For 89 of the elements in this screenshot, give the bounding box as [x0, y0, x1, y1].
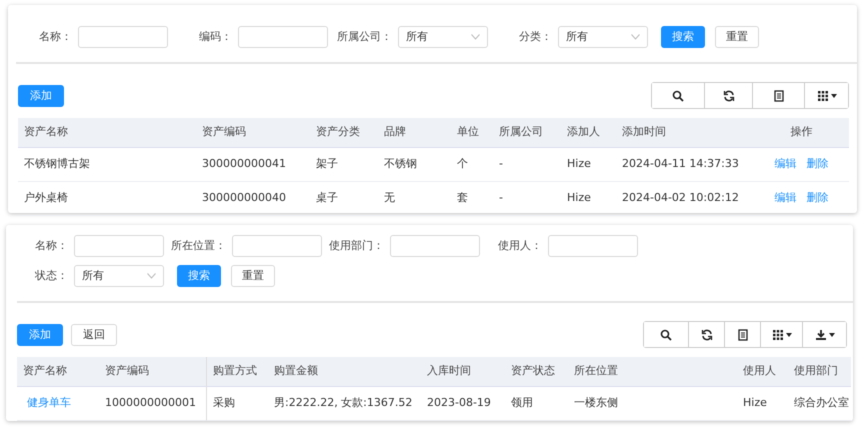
table-cell: 采购 — [206, 387, 268, 421]
table-cell: Hize — [737, 387, 788, 421]
table-cell: 综合办公室 — [788, 387, 851, 421]
refresh-icon — [722, 90, 734, 102]
asset-name-link[interactable]: 健身单车 — [27, 395, 71, 412]
refresh-icon — [700, 328, 712, 340]
download-icon — [814, 328, 826, 340]
table-cell: 套 — [451, 182, 493, 216]
select-field[interactable]: 所有 — [558, 26, 648, 48]
text-field[interactable] — [238, 26, 328, 48]
reset-button[interactable]: 重置 — [715, 26, 759, 48]
column-header: 资产名称 — [18, 118, 196, 148]
table-cell: Hize — [561, 148, 616, 182]
field-label: 使用部门： — [328, 238, 385, 254]
column-header: 单位 — [451, 118, 493, 148]
column-header: 所在位置 — [568, 357, 737, 387]
chevron-down-icon — [471, 34, 480, 40]
column-header: 资产状态 — [505, 357, 568, 387]
table-cell: 2024-04-11 14:37:33 — [616, 148, 754, 182]
column-header: 购置金额 — [268, 357, 421, 387]
column-header: 资产编码 — [196, 118, 310, 148]
column-header: 资产名称 — [17, 357, 99, 387]
chevron-down-icon — [631, 34, 640, 40]
table-cell: 户外桌椅 — [18, 182, 196, 216]
back-button[interactable]: 返回 — [71, 324, 117, 346]
table-cell: 2024-04-02 10:02:12 — [616, 182, 754, 216]
table-cell: 300000000041 — [196, 148, 310, 182]
column-header: 添加人 — [561, 118, 616, 148]
table-cell: 无 — [378, 182, 451, 216]
caret-icon — [830, 94, 836, 98]
column-header: 购置方式 — [206, 357, 268, 387]
field-label: 使用人： — [497, 238, 543, 254]
table-cell: 不锈钢 — [378, 148, 451, 182]
column-header: 资产分类 — [310, 118, 378, 148]
edit-link[interactable]: 编辑 — [774, 190, 796, 207]
column-header: 品牌 — [378, 118, 451, 148]
add-button[interactable]: 添加 — [17, 324, 63, 346]
text-field[interactable] — [78, 26, 168, 48]
columns-tool-button[interactable] — [804, 83, 848, 108]
chevron-down-icon — [147, 273, 156, 279]
download-tool-button[interactable] — [802, 322, 846, 347]
select-field[interactable]: 所有 — [398, 26, 488, 48]
search-icon — [672, 90, 684, 102]
table-cell: 男:2222.22, 女款:1367.52 — [268, 387, 421, 421]
table-cell: 不锈钢博古架 — [18, 148, 196, 182]
caret-icon — [828, 332, 834, 336]
column-header: 所属公司 — [493, 118, 561, 148]
field-label: 分类： — [518, 28, 553, 45]
column-header: 添加时间 — [616, 118, 754, 148]
column-header: 操作 — [754, 118, 849, 148]
column-header: 使用人 — [737, 357, 788, 387]
select-field[interactable]: 所有 — [74, 265, 164, 287]
caret-icon — [786, 332, 792, 336]
text-field[interactable] — [74, 235, 164, 257]
document-icon — [772, 90, 784, 102]
field-label: 所在位置： — [170, 238, 227, 254]
search-button[interactable]: 搜索 — [177, 265, 221, 287]
search-icon — [660, 328, 672, 340]
field-label: 所属公司： — [336, 28, 393, 45]
table-cell: 个 — [451, 148, 493, 182]
reset-button[interactable]: 重置 — [231, 265, 275, 287]
search-button[interactable]: 搜索 — [661, 26, 705, 48]
field-label: 编码： — [198, 28, 233, 45]
delete-link[interactable]: 删除 — [806, 190, 828, 207]
table-cell: 1000000000001 — [99, 387, 206, 421]
column-header: 入库时间 — [421, 357, 505, 387]
grid-icon — [816, 90, 828, 102]
table-cell: 桌子 — [310, 182, 378, 216]
table-cell: 架子 — [310, 148, 378, 182]
edit-link[interactable]: 编辑 — [774, 156, 796, 173]
field-label: 名称： — [34, 238, 69, 254]
table-cell: Hize — [561, 182, 616, 216]
text-field[interactable] — [548, 235, 638, 257]
table-cell: 300000000040 — [196, 182, 310, 216]
table-cell: 领用 — [505, 387, 568, 421]
grid-icon — [772, 328, 784, 340]
delete-link[interactable]: 删除 — [806, 156, 828, 173]
table-cell: 一楼东侧 — [568, 387, 737, 421]
text-field[interactable] — [232, 235, 322, 257]
text-field[interactable] — [390, 235, 480, 257]
document-icon — [736, 328, 748, 340]
table-cell: - — [493, 182, 561, 216]
table-cell: - — [493, 148, 561, 182]
field-label: 名称： — [38, 28, 73, 45]
table-cell: 2023-08-19 — [421, 387, 505, 421]
field-label: 状态： — [34, 268, 69, 284]
column-header: 使用部门 — [788, 357, 851, 387]
column-header: 资产编码 — [99, 357, 206, 387]
add-button[interactable]: 添加 — [18, 84, 64, 106]
